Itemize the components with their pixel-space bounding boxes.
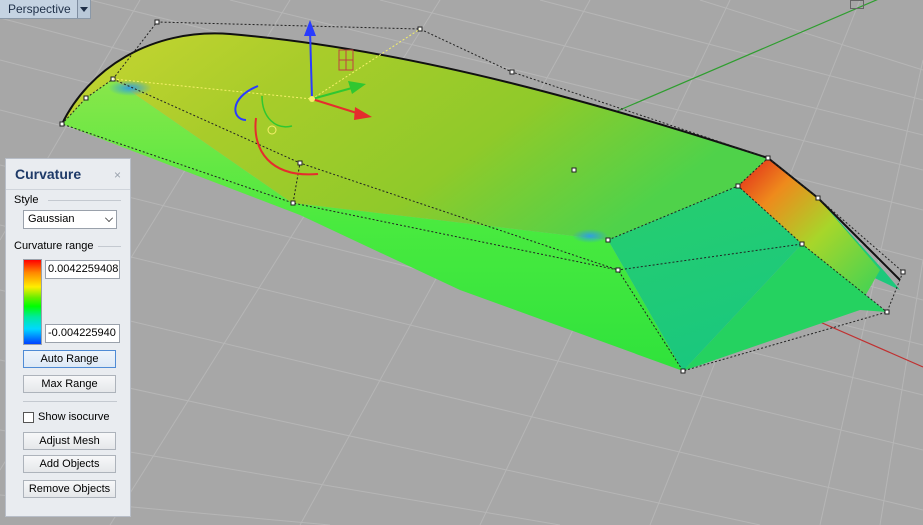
viewport-title[interactable]: Perspective (0, 2, 77, 16)
perspective-viewport[interactable]: Perspective (0, 0, 923, 525)
viewport-canvas[interactable] (0, 0, 923, 525)
options-divider (23, 401, 117, 402)
style-divider (48, 200, 121, 201)
curvature-panel: Curvature × Style Gaussian Curvature ran… (5, 158, 131, 517)
remove-objects-button[interactable]: Remove Objects (23, 480, 116, 498)
triangle-down-icon[interactable] (76, 0, 90, 18)
z-axis-arrow-icon (304, 20, 316, 36)
range-min-input[interactable]: -0.004225940 (45, 324, 120, 343)
maximize-viewport-icon[interactable] (850, 0, 864, 9)
range-max-input[interactable]: 0.0042259408 (45, 260, 120, 279)
add-objects-button[interactable]: Add Objects (23, 455, 116, 473)
world-x-axis (819, 321, 923, 368)
curvature-range-label: Curvature range (14, 240, 94, 252)
panel-header: Curvature × (6, 159, 130, 190)
show-isocurve-checkbox[interactable] (23, 412, 34, 423)
style-label: Style (14, 194, 39, 206)
style-select-value: Gaussian (28, 213, 75, 225)
viewport-title-tab[interactable]: Perspective (0, 0, 91, 19)
auto-range-button[interactable]: Auto Range (23, 350, 116, 368)
curvature-surface[interactable] (61, 32, 901, 371)
chevron-down-icon (105, 214, 113, 222)
close-icon[interactable]: × (114, 168, 121, 182)
show-isocurve-label[interactable]: Show isocurve (38, 411, 110, 423)
range-divider (98, 246, 121, 247)
adjust-mesh-button[interactable]: Adjust Mesh (23, 432, 116, 450)
curvature-color-scale (23, 259, 42, 345)
style-select[interactable]: Gaussian (23, 210, 117, 229)
max-range-button[interactable]: Max Range (23, 375, 116, 393)
panel-title: Curvature (15, 166, 82, 182)
